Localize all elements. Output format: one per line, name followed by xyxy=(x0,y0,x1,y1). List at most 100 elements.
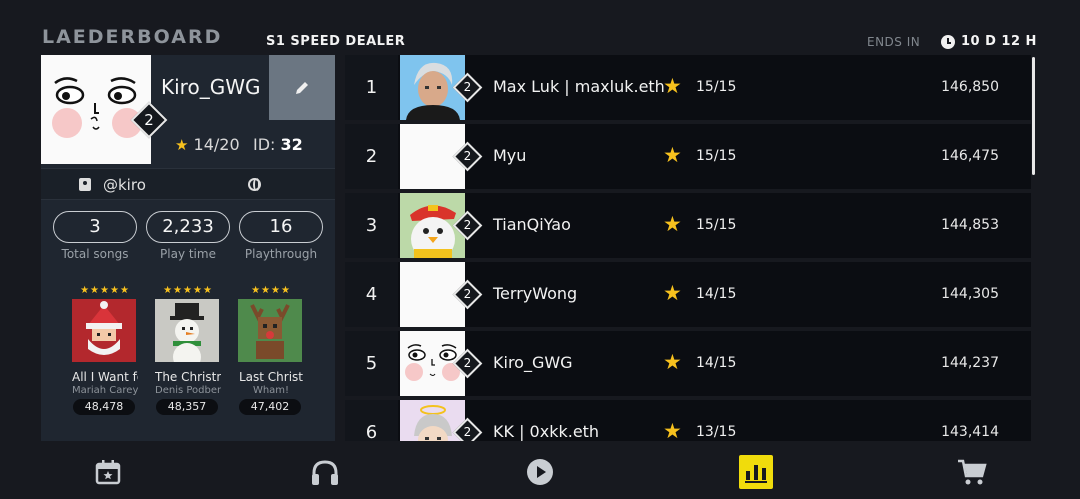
profile-id-label: ID: xyxy=(253,135,276,154)
stat-value: 2,233 xyxy=(146,211,230,243)
song-cover-santa xyxy=(72,299,136,362)
pencil-icon xyxy=(296,81,308,94)
row-player-name: TerryWong xyxy=(493,284,578,303)
profile-name-box: Kiro_GWG xyxy=(151,55,269,120)
social-row: @kiro xyxy=(41,168,335,200)
calendar-star-icon xyxy=(95,460,121,485)
play-icon xyxy=(527,459,553,485)
page-title: LAEDERBOARD xyxy=(42,26,223,48)
row-score: 143,414 xyxy=(941,424,999,440)
row-level: 2 xyxy=(463,80,472,94)
profile-handle[interactable]: @kiro xyxy=(103,176,146,194)
song-score: 47,402 xyxy=(239,399,301,415)
row-score: 144,237 xyxy=(941,355,999,371)
stat-label: Playthrough xyxy=(244,247,318,261)
stat-playthrough: 16 Playthrough xyxy=(239,211,323,261)
row-score: 146,475 xyxy=(941,148,999,164)
reindeer-cover-icon xyxy=(238,299,302,362)
row-score: 144,853 xyxy=(941,217,999,233)
id-card-icon xyxy=(79,178,91,191)
leaderboard-icon xyxy=(745,465,767,483)
nav-cart-button[interactable] xyxy=(955,455,989,489)
ends-in-label: ENDS IN xyxy=(867,35,921,49)
profile-id-value: 32 xyxy=(280,135,303,154)
row-rank: 6 xyxy=(345,400,398,441)
top-songs: ★★★★★ All I Want fo Mariah Carey 48,478 … xyxy=(41,285,335,425)
profile-stars-value: 14/20 xyxy=(193,135,240,154)
star-icon: ★ xyxy=(175,136,189,154)
song-artist: Wham! xyxy=(252,385,290,396)
profile-panel: Kiro_GWG 2 ★ 14/20 ID: 32 @kiro 3 Total … xyxy=(41,55,335,441)
globe-icon[interactable] xyxy=(248,178,261,191)
song-artist: Mariah Carey xyxy=(72,385,138,396)
stat-label: Total songs xyxy=(61,247,129,261)
santa-cover-icon xyxy=(72,299,136,362)
stat-value: 16 xyxy=(239,211,323,243)
row-star-count: 13/15 xyxy=(696,424,737,440)
profile-stars: ★ 14/20 xyxy=(175,135,240,154)
stat-play-time: 2,233 Play time xyxy=(146,211,230,261)
song-title: Last Christ xyxy=(238,370,304,384)
row-level: 2 xyxy=(463,149,472,163)
nav-play-button[interactable] xyxy=(523,455,557,489)
clock-icon xyxy=(941,35,955,49)
row-player-name: Kiro_GWG xyxy=(493,353,573,372)
song-stars: ★★★★★ xyxy=(163,285,213,296)
stat-value: 3 xyxy=(53,211,137,243)
edit-profile-button[interactable] xyxy=(269,55,335,120)
headphones-icon xyxy=(312,460,338,485)
cart-icon xyxy=(958,459,987,485)
row-rank: 3 xyxy=(345,193,398,258)
row-star-count: 14/15 xyxy=(696,286,737,302)
leaderboard-row[interactable]: 4 2 TerryWong ★ 14/15 144,305 xyxy=(345,262,1031,327)
leaderboard-row[interactable]: 6 2 KK | 0xkk.eth ★ 13/15 143,414 xyxy=(345,400,1031,441)
row-player-name: Myu xyxy=(493,146,527,165)
bottom-nav xyxy=(0,441,1080,499)
star-icon: ★ xyxy=(663,350,682,374)
row-rank: 4 xyxy=(345,262,398,327)
leaderboard-row[interactable]: 1 2 Max Luk | maxluk.eth ★ 15/15 146,850 xyxy=(345,55,1031,120)
song-title: The Christn xyxy=(155,370,221,384)
stat-label: Play time xyxy=(160,247,216,261)
leaderboard-list[interactable]: 1 2 Max Luk | maxluk.eth ★ 15/15 146,850… xyxy=(345,55,1031,441)
row-rank: 2 xyxy=(345,124,398,189)
star-icon: ★ xyxy=(663,212,682,236)
row-rank: 1 xyxy=(345,55,398,120)
row-score: 146,850 xyxy=(941,79,999,95)
profile-name: Kiro_GWG xyxy=(161,75,261,99)
snowman-cover-icon xyxy=(155,299,219,362)
song-card[interactable]: ★★★★★ The Christn Denis Podber 48,357 xyxy=(155,285,221,415)
leaderboard-row[interactable]: 3 2 TianQiYao ★ 15/15 144,853 xyxy=(345,193,1031,258)
song-stars: ★★★★ xyxy=(251,285,291,296)
profile-avatar[interactable] xyxy=(41,55,151,164)
level-number: 2 xyxy=(144,111,154,129)
season-title: S1 SPEED DEALER xyxy=(266,34,406,49)
row-level: 2 xyxy=(463,218,472,232)
song-artist: Denis Podber xyxy=(155,385,221,396)
row-star-count: 14/15 xyxy=(696,355,737,371)
row-star-count: 15/15 xyxy=(696,148,737,164)
nav-leaderboard-button[interactable] xyxy=(739,455,773,489)
row-score: 144,305 xyxy=(941,286,999,302)
row-level: 2 xyxy=(463,425,472,439)
ends-in-value: 10 D 12 H xyxy=(961,34,1037,49)
star-icon: ★ xyxy=(663,143,682,167)
song-cover-snowman xyxy=(155,299,219,362)
profile-stats: 3 Total songs 2,233 Play time 16 Playthr… xyxy=(41,211,335,271)
row-star-count: 15/15 xyxy=(696,217,737,233)
star-icon: ★ xyxy=(663,74,682,98)
song-card[interactable]: ★★★★ Last Christ Wham! 47,402 xyxy=(238,285,304,415)
nav-headphones-button[interactable] xyxy=(308,455,342,489)
song-cover-reindeer xyxy=(238,299,302,362)
leaderboard-row[interactable]: 2 2 Myu ★ 15/15 146,475 xyxy=(345,124,1031,189)
song-card[interactable]: ★★★★★ All I Want fo Mariah Carey 48,478 xyxy=(72,285,138,415)
nav-calendar-button[interactable] xyxy=(91,455,125,489)
row-level: 2 xyxy=(463,287,472,301)
stat-total-songs: 3 Total songs xyxy=(53,211,137,261)
face-avatar-icon xyxy=(41,55,151,164)
row-player-name: TianQiYao xyxy=(493,215,571,234)
leaderboard-row[interactable]: 5 2 Kiro_GWG ★ 14/15 144,237 xyxy=(345,331,1031,396)
leaderboard-scrollbar[interactable] xyxy=(1032,57,1035,175)
song-stars: ★★★★★ xyxy=(80,285,130,296)
row-player-name: Max Luk | maxluk.eth xyxy=(493,77,665,96)
